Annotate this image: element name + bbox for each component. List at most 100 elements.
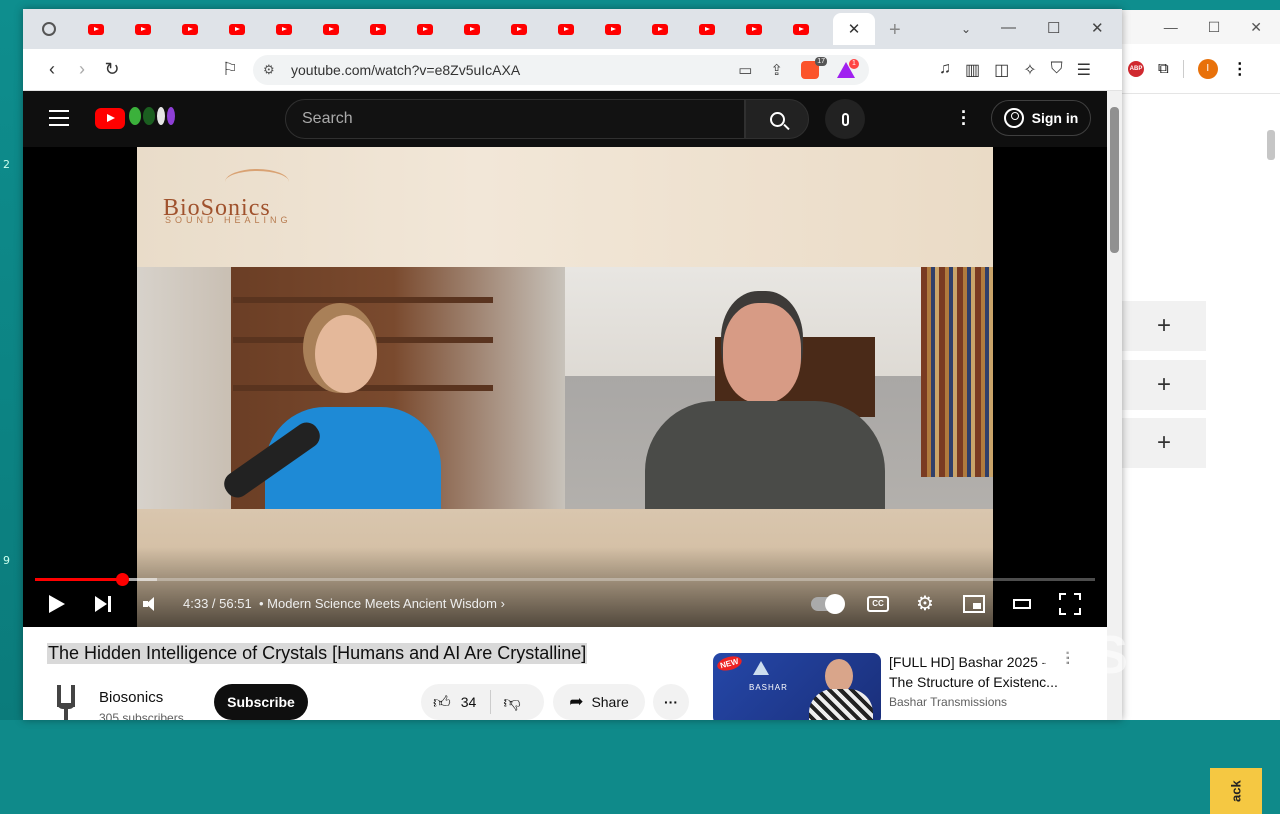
brave-shield-icon[interactable]: 17 [801, 61, 819, 79]
channel-name[interactable]: Biosonics [99, 689, 163, 706]
video-right-camera [565, 267, 993, 509]
maximize-icon[interactable]: ☐ [1208, 19, 1221, 36]
browser-tab[interactable] [170, 15, 210, 43]
autoplay-toggle[interactable] [811, 597, 843, 611]
video-player[interactable]: BioSonics SOUND HEALING [23, 147, 1107, 627]
browser-tab[interactable] [264, 15, 304, 43]
settings-menu-icon[interactable]: ··· [961, 109, 967, 127]
minimize-button[interactable]: — [1001, 19, 1016, 36]
sign-in-button[interactable]: Sign in [991, 100, 1091, 136]
browser-tab[interactable] [781, 15, 821, 43]
browser-tab[interactable] [546, 15, 586, 43]
extensions-icon[interactable]: ⧉ [1158, 60, 1169, 77]
captions-button[interactable]: CC [867, 596, 889, 612]
url-text[interactable]: youtube.com/watch?v=e8Zv5uIcAXA [291, 62, 520, 78]
play-button[interactable] [49, 595, 65, 613]
youtube-favicon-icon [699, 24, 715, 35]
minimize-icon[interactable]: — [1164, 19, 1178, 35]
browser-tab[interactable] [687, 15, 727, 43]
subscriber-count: 305 subscribers [99, 711, 184, 720]
share-page-icon[interactable]: ⇪ [770, 61, 783, 79]
browser-tab[interactable] [405, 15, 445, 43]
youtube-doodle-icon[interactable] [129, 107, 175, 125]
close-window-button[interactable]: ✕ [1091, 19, 1104, 37]
back-button[interactable]: ‹ [37, 59, 67, 80]
sidebar-icon[interactable]: ▥ [965, 60, 980, 80]
recommended-title[interactable]: [FULL HD] Bashar 2025 - The Structure of… [889, 652, 1064, 692]
cast-icon[interactable]: ▭ [738, 61, 752, 79]
progress-bar[interactable] [35, 578, 1095, 581]
site-settings-icon[interactable]: ⚙ [263, 62, 275, 78]
profile-avatar[interactable]: I [1198, 59, 1218, 79]
thumbnail-shirt [809, 689, 873, 720]
reload-button[interactable]: ↻ [97, 59, 127, 80]
youtube-logo[interactable] [95, 108, 125, 129]
maximize-button[interactable]: ☐ [1047, 19, 1060, 37]
wallet-icon[interactable]: ◫ [994, 60, 1009, 80]
channel-avatar[interactable] [53, 685, 79, 720]
scrubber-handle[interactable] [116, 573, 129, 586]
browser-tab[interactable] [358, 15, 398, 43]
thumbs-up-icon[interactable]: 👍︎ [433, 692, 451, 713]
sign-in-label: Sign in [1032, 110, 1079, 126]
voice-search-button[interactable] [825, 99, 865, 139]
subscribe-button[interactable]: Subscribe [214, 684, 308, 720]
browser-tab[interactable] [311, 15, 351, 43]
more-actions-button[interactable]: ··· [653, 684, 689, 720]
youtube-favicon-icon [464, 24, 480, 35]
speaker-man [723, 303, 801, 403]
youtube-favicon-icon [605, 24, 621, 35]
thumbs-down-icon[interactable]: 👎︎ [503, 692, 520, 713]
speaker-man-body [645, 401, 885, 511]
biosonics-tagline: SOUND HEALING [165, 215, 292, 225]
add-button[interactable]: + [1122, 301, 1206, 351]
tab-search-icon[interactable]: ⌄ [961, 22, 971, 36]
speaker-woman [315, 315, 377, 393]
menu-icon[interactable]: ⋮ [1232, 59, 1248, 79]
close-icon[interactable]: ✕ [1250, 19, 1262, 36]
browser-tab[interactable] [640, 15, 680, 43]
leo-ai-icon[interactable]: ✧ [1023, 60, 1036, 80]
search-button[interactable] [745, 99, 809, 139]
guide-menu-icon[interactable] [49, 110, 69, 131]
browser-tab[interactable] [217, 15, 257, 43]
recommended-thumbnail[interactable]: NEW BASHAR [713, 653, 881, 720]
browser-tab[interactable] [452, 15, 492, 43]
fullscreen-button[interactable] [1059, 593, 1081, 615]
volume-icon[interactable] [143, 597, 161, 611]
browser-tab[interactable] [76, 15, 116, 43]
bookmark-icon[interactable]: ⚐ [215, 59, 245, 80]
scrollbar-thumb[interactable] [1110, 107, 1119, 253]
vpn-shield-icon[interactable]: ⛉ [1051, 60, 1063, 80]
chapter-title[interactable]: • Modern Science Meets Ancient Wisdom › [259, 596, 505, 611]
share-button[interactable]: ➦ Share [553, 684, 645, 720]
scrollbar[interactable] [1266, 100, 1276, 700]
search-input[interactable]: Search [285, 99, 745, 139]
desktop-label: 9 [3, 554, 10, 567]
address-bar[interactable]: ⚙ youtube.com/watch?v=e8Zv5uIcAXA ▭ ⇪ 17… [253, 55, 869, 85]
browser-tab[interactable] [499, 15, 539, 43]
like-count[interactable]: 34 [461, 694, 477, 710]
browser-tab[interactable] [123, 15, 163, 43]
close-tab-icon[interactable]: ✕ [848, 20, 861, 38]
recommended-channel[interactable]: Bashar Transmissions [889, 695, 1007, 709]
scrollbar-thumb[interactable] [1267, 130, 1275, 160]
forward-button[interactable]: › [67, 59, 97, 80]
browser-tab[interactable] [593, 15, 633, 43]
browser-tab[interactable] [734, 15, 774, 43]
adblock-icon[interactable]: ABP [1128, 61, 1144, 77]
share-label: Share [591, 694, 628, 710]
add-button[interactable]: + [1122, 418, 1206, 468]
music-icon[interactable]: ♫ [939, 60, 951, 80]
menu-icon[interactable]: ☰ [1077, 60, 1091, 80]
active-tab[interactable]: ✕ [833, 13, 875, 45]
new-tab-button[interactable]: + [889, 19, 901, 42]
settings-gear-icon[interactable]: ⚙ [916, 594, 934, 614]
next-video-button[interactable] [95, 596, 113, 612]
feedback-button[interactable]: ack [1210, 768, 1262, 814]
miniplayer-button[interactable] [963, 595, 985, 613]
brave-rewards-icon[interactable]: 1 [837, 62, 855, 78]
add-button[interactable]: + [1122, 360, 1206, 410]
theater-mode-button[interactable] [1013, 599, 1031, 609]
browser-tab[interactable] [29, 15, 69, 43]
